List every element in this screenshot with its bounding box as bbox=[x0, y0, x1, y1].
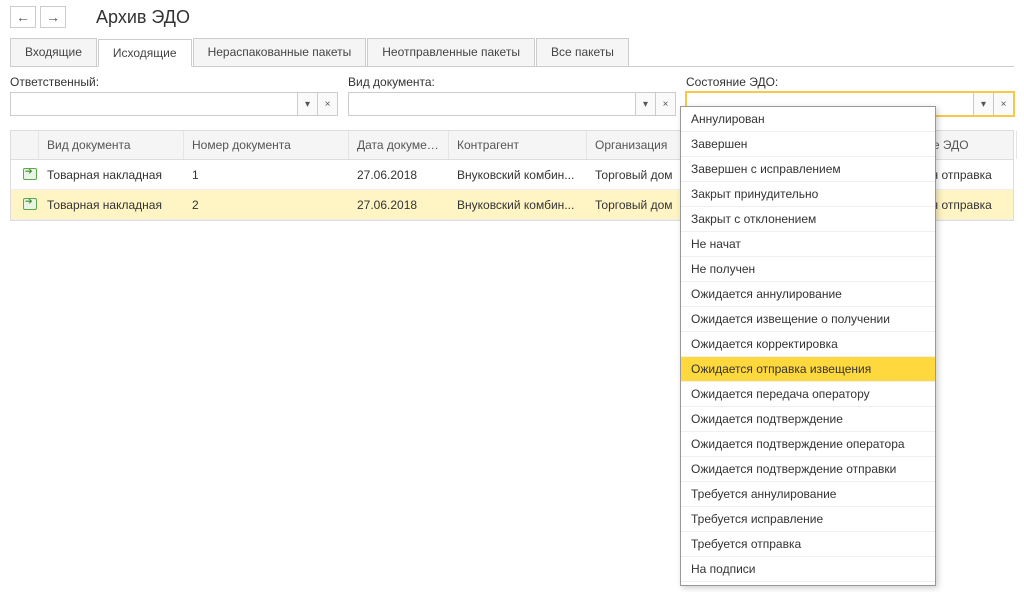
cell-doc-type: Товарная накладная bbox=[39, 191, 184, 219]
filter-doc-type-input[interactable] bbox=[349, 93, 635, 115]
dropdown-item[interactable]: Ожидается корректировка bbox=[681, 332, 935, 357]
tab-3[interactable]: Неотправленные пакеты bbox=[367, 38, 535, 66]
cell-counterparty: Внуковский комбин... bbox=[449, 161, 587, 189]
dropdown-item[interactable]: Ожидается подтверждение отправки bbox=[681, 457, 935, 482]
filter-doc-type-label: Вид документа: bbox=[348, 75, 676, 89]
table-header-doc-type[interactable]: Вид документа bbox=[39, 131, 184, 159]
filter-edo-state-label: Состояние ЭДО: bbox=[686, 75, 1014, 89]
cell-doc-num: 2 bbox=[184, 191, 349, 219]
dropdown-item[interactable]: Ожидается аннулирование bbox=[681, 282, 935, 307]
table-header-doc-num[interactable]: Номер документа bbox=[184, 131, 349, 159]
tabs: ВходящиеИсходящиеНераспакованные пакетыН… bbox=[10, 38, 1014, 67]
clear-button[interactable]: × bbox=[655, 93, 675, 115]
dropdown-item[interactable]: Закрыт с отклонением bbox=[681, 207, 935, 232]
nav-buttons: ← → bbox=[10, 6, 66, 28]
page-title: Архив ЭДО bbox=[96, 7, 190, 28]
document-out-icon bbox=[23, 167, 39, 179]
cell-doc-date: 27.06.2018 bbox=[349, 161, 449, 189]
filter-doc-type: Вид документа: ▾ × bbox=[348, 75, 676, 116]
edo-state-dropdown[interactable]: АннулированЗавершенЗавершен с исправлени… bbox=[680, 106, 936, 586]
table-header-doc-date[interactable]: Дата документа bbox=[349, 131, 449, 159]
dropdown-item[interactable]: Требуется аннулирование bbox=[681, 482, 935, 507]
filter-responsible: Ответственный: ▾ × bbox=[10, 75, 338, 116]
table-header-icon bbox=[11, 131, 39, 159]
dropdown-item[interactable]: Не получен bbox=[681, 257, 935, 282]
dropdown-button[interactable]: ▾ bbox=[635, 93, 655, 115]
tab-4[interactable]: Все пакеты bbox=[536, 38, 629, 66]
filter-doc-type-input-wrap: ▾ × bbox=[348, 92, 676, 116]
document-out-icon bbox=[23, 197, 39, 209]
dropdown-item[interactable]: Завершен с исправлением bbox=[681, 157, 935, 182]
dropdown-item[interactable]: Ожидается отправка извещения bbox=[681, 357, 935, 382]
dropdown-button[interactable]: ▾ bbox=[973, 93, 993, 115]
cell-counterparty: Внуковский комбин... bbox=[449, 191, 587, 219]
dropdown-item[interactable]: Ожидается подтверждение оператора bbox=[681, 432, 935, 457]
tab-2[interactable]: Нераспакованные пакеты bbox=[193, 38, 367, 66]
dropdown-item[interactable]: Требуется исправление bbox=[681, 507, 935, 532]
dropdown-item[interactable]: На подписи bbox=[681, 557, 935, 582]
tab-0[interactable]: Входящие bbox=[10, 38, 97, 66]
filter-responsible-input[interactable] bbox=[11, 93, 297, 115]
dropdown-item[interactable]: Закрыт принудительно bbox=[681, 182, 935, 207]
nav-back-button[interactable]: ← bbox=[10, 6, 36, 28]
dropdown-item[interactable]: Ожидается подтверждение bbox=[681, 407, 935, 432]
header: ← → Архив ЭДО bbox=[0, 0, 1024, 38]
dropdown-item[interactable]: Завершен bbox=[681, 132, 935, 157]
nav-forward-button[interactable]: → bbox=[40, 6, 66, 28]
clear-button[interactable]: × bbox=[317, 93, 337, 115]
clear-button[interactable]: × bbox=[993, 93, 1013, 115]
table-header-counterparty[interactable]: Контрагент bbox=[449, 131, 587, 159]
cell-doc-type: Товарная накладная bbox=[39, 161, 184, 189]
row-icon-cell bbox=[11, 160, 39, 189]
tab-1[interactable]: Исходящие bbox=[98, 39, 192, 67]
dropdown-item[interactable]: Требуется отправка bbox=[681, 532, 935, 557]
row-icon-cell bbox=[11, 190, 39, 219]
dropdown-item[interactable]: Ожидается извещение о получении bbox=[681, 307, 935, 332]
dropdown-button[interactable]: ▾ bbox=[297, 93, 317, 115]
dropdown-item[interactable]: Не начат bbox=[681, 232, 935, 257]
filter-responsible-label: Ответственный: bbox=[10, 75, 338, 89]
cell-doc-date: 27.06.2018 bbox=[349, 191, 449, 219]
filter-responsible-input-wrap: ▾ × bbox=[10, 92, 338, 116]
cell-doc-num: 1 bbox=[184, 161, 349, 189]
dropdown-item[interactable]: Ожидается передача оператору bbox=[681, 382, 935, 407]
dropdown-item[interactable]: Требуется подписание извещения bbox=[681, 582, 935, 586]
dropdown-item[interactable]: Аннулирован bbox=[681, 107, 935, 132]
